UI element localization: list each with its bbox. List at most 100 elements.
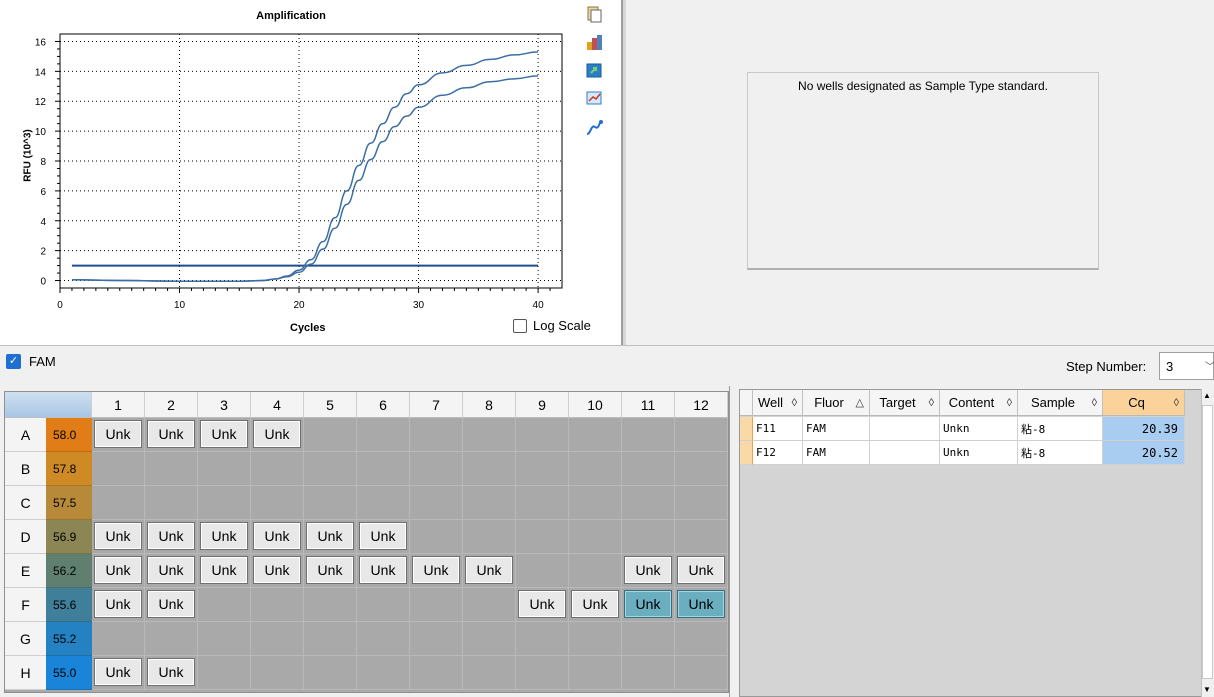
unknown-well[interactable]: Unk — [94, 658, 142, 686]
plate-well[interactable] — [92, 622, 145, 656]
plate-splitter[interactable] — [729, 386, 739, 697]
plate-column-header[interactable]: 6 — [357, 392, 410, 418]
column-header-sample[interactable]: Sample ◊ — [1018, 390, 1103, 416]
plate-well[interactable] — [410, 452, 463, 486]
unknown-well[interactable]: Unk — [624, 556, 672, 584]
plate-well[interactable] — [410, 418, 463, 452]
plate-well[interactable] — [569, 452, 622, 486]
plate-well[interactable] — [251, 486, 304, 520]
unknown-well[interactable]: Unk — [571, 590, 619, 618]
plate-well[interactable] — [357, 486, 410, 520]
chart-color-icon[interactable] — [584, 32, 604, 52]
curve-icon[interactable] — [584, 118, 604, 138]
unknown-well[interactable]: Unk — [359, 522, 407, 550]
plate-column-header[interactable]: 8 — [463, 392, 516, 418]
plate-well[interactable] — [516, 622, 569, 656]
cell-well[interactable]: F12 — [753, 441, 803, 465]
plate-well[interactable] — [410, 486, 463, 520]
plate-well[interactable] — [198, 622, 251, 656]
unknown-well[interactable]: Unk — [306, 556, 354, 584]
unknown-well[interactable]: Unk — [412, 556, 460, 584]
plate-column-header[interactable]: 2 — [145, 392, 198, 418]
amplification-plot[interactable]: 0 2 4 6 8 10 12 14 16 0 10 20 30 40 — [0, 0, 622, 345]
selected-unknown-well[interactable]: Unk — [677, 590, 725, 618]
plate-well[interactable] — [516, 656, 569, 690]
fam-checkbox[interactable]: ✓ — [6, 354, 21, 369]
unknown-well[interactable]: Unk — [677, 556, 725, 584]
column-header-content[interactable]: Content ◊ — [940, 390, 1018, 416]
plate-well[interactable] — [675, 486, 728, 520]
plate-row-header[interactable]: D — [5, 520, 46, 554]
scroll-up-icon[interactable]: ▲ — [1203, 391, 1211, 400]
plate-column-header[interactable]: 5 — [304, 392, 357, 418]
plate-well[interactable] — [516, 486, 569, 520]
sort-icon[interactable]: ◊ — [1007, 397, 1012, 409]
sort-ascending-icon[interactable]: △ — [856, 396, 864, 409]
unknown-well[interactable]: Unk — [359, 556, 407, 584]
selected-unknown-well[interactable]: Unk — [624, 590, 672, 618]
plate-well[interactable] — [516, 418, 569, 452]
scroll-down-icon[interactable]: ▼ — [1203, 685, 1211, 694]
results-table-scrollbar[interactable]: ▲ ▼ — [1201, 389, 1214, 697]
cell-content[interactable]: Unkn — [940, 441, 1018, 465]
plate-well[interactable] — [569, 622, 622, 656]
plate-well[interactable] — [675, 452, 728, 486]
column-header-well[interactable]: Well ◊ — [753, 390, 803, 416]
plate-well[interactable] — [304, 588, 357, 622]
plate-well[interactable] — [622, 622, 675, 656]
row-selector[interactable] — [740, 417, 753, 441]
cell-content[interactable]: Unkn — [940, 417, 1018, 441]
unknown-well[interactable]: Unk — [253, 420, 301, 448]
column-header-cq[interactable]: Cq ◊ — [1103, 390, 1185, 416]
plate-column-header[interactable]: 10 — [569, 392, 622, 418]
plate-well[interactable] — [675, 520, 728, 554]
plate-well[interactable] — [622, 486, 675, 520]
cell-fluor[interactable]: FAM — [803, 441, 870, 465]
scroll-thumb[interactable] — [1202, 405, 1213, 679]
plate-well[interactable] — [92, 486, 145, 520]
unknown-well[interactable]: Unk — [306, 522, 354, 550]
export-icon[interactable] — [584, 60, 604, 80]
plate-well[interactable] — [304, 486, 357, 520]
plate-well[interactable] — [463, 486, 516, 520]
plate-well[interactable] — [622, 656, 675, 690]
plate-well[interactable] — [198, 452, 251, 486]
sort-icon[interactable]: ◊ — [1174, 397, 1179, 409]
plate-well[interactable] — [145, 486, 198, 520]
plate-well[interactable] — [251, 588, 304, 622]
plate-well[interactable] — [463, 418, 516, 452]
plate-column-header[interactable]: 12 — [675, 392, 728, 418]
unknown-well[interactable]: Unk — [94, 522, 142, 550]
plate-column-header[interactable]: 4 — [251, 392, 304, 418]
plate-well[interactable] — [92, 452, 145, 486]
plate-well[interactable] — [463, 622, 516, 656]
cell-fluor[interactable]: FAM — [803, 417, 870, 441]
row-selector[interactable] — [740, 441, 753, 465]
plate-well[interactable] — [251, 656, 304, 690]
plate-well[interactable] — [463, 520, 516, 554]
plate-column-header[interactable]: 11 — [622, 392, 675, 418]
plate-row-header[interactable]: G — [5, 622, 46, 656]
plate-well[interactable] — [198, 486, 251, 520]
plate-well[interactable] — [198, 656, 251, 690]
plate-well[interactable] — [198, 588, 251, 622]
plate-well[interactable] — [675, 418, 728, 452]
unknown-well[interactable]: Unk — [94, 556, 142, 584]
unknown-well[interactable]: Unk — [147, 590, 195, 618]
plate-well[interactable] — [622, 520, 675, 554]
plate-well[interactable] — [357, 588, 410, 622]
cell-target[interactable] — [870, 441, 940, 465]
unknown-well[interactable]: Unk — [465, 556, 513, 584]
plate-well[interactable] — [516, 520, 569, 554]
sort-icon[interactable]: ◊ — [929, 397, 934, 409]
cell-sample[interactable]: 粘-8 — [1018, 441, 1103, 465]
cell-target[interactable] — [870, 417, 940, 441]
plate-row-header[interactable]: C — [5, 486, 46, 520]
plate-well[interactable] — [410, 656, 463, 690]
cell-cq[interactable]: 20.52 — [1103, 441, 1185, 465]
plate-well[interactable] — [622, 452, 675, 486]
plate-row-header[interactable]: H — [5, 656, 46, 690]
plate-well[interactable] — [304, 452, 357, 486]
plate-column-header[interactable]: 1 — [92, 392, 145, 418]
plate-well[interactable] — [675, 656, 728, 690]
